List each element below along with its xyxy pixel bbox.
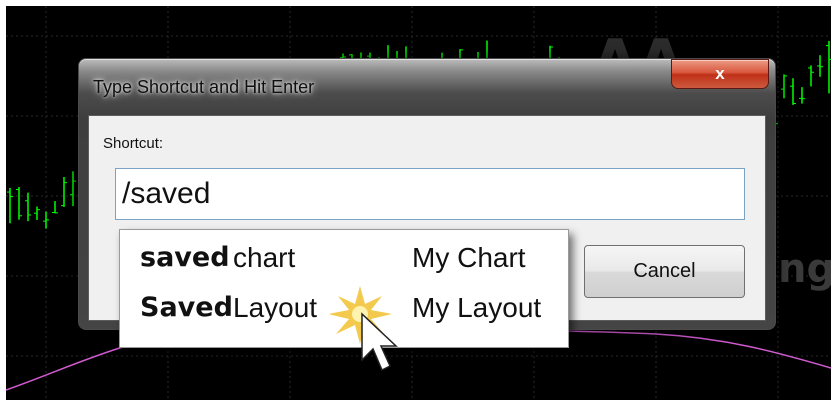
suggestion-keyword: saved <box>140 242 230 273</box>
suggestion-name: My Chart <box>412 242 526 273</box>
suggestion-keyword: Saved <box>140 292 233 323</box>
suggestion-item[interactable]: Saved Layout My Layout <box>120 292 568 342</box>
shortcut-label: Shortcut: <box>103 135 164 152</box>
dialog-title: Type Shortcut and Hit Enter <box>93 77 315 97</box>
watermark-text: ng <box>778 246 831 292</box>
suggestion-list: saved chart My Chart Saved Layout My Lay… <box>119 229 569 348</box>
suggestion-item[interactable]: saved chart My Chart <box>120 242 568 292</box>
close-button[interactable]: x <box>671 59 769 89</box>
suggestion-name: My Layout <box>412 292 542 323</box>
cancel-button[interactable]: Cancel <box>584 245 745 298</box>
suggestion-type: chart <box>233 242 296 273</box>
shortcut-input[interactable] <box>115 168 745 220</box>
close-icon: x <box>715 64 725 83</box>
suggestion-type: Layout <box>233 292 318 323</box>
